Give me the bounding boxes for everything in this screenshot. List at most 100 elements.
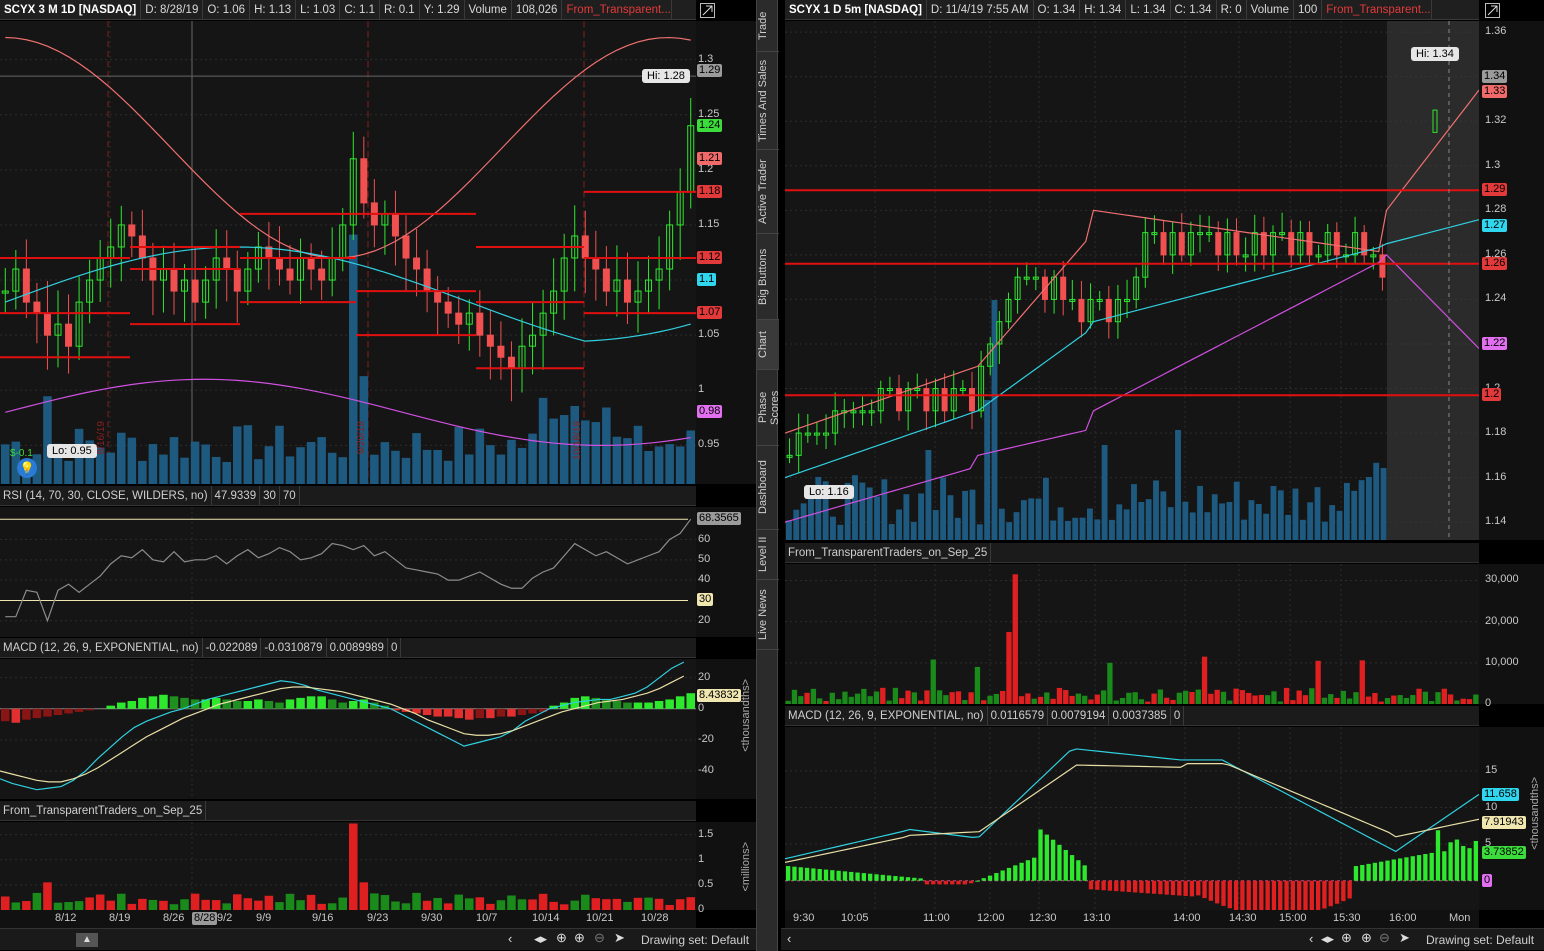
right-macd-v1: 0.0116579: [988, 706, 1049, 725]
right-symbol[interactable]: SCYX 1 D 5m [NASDAQ]: [785, 0, 927, 19]
right-date: D: 11/4/19 7:55 AM: [927, 0, 1034, 19]
macd-histogram-bar: [1461, 845, 1466, 881]
candle-body: [360, 158, 368, 204]
left-price-pane[interactable]: Hi: 1.28 Lo: 0.95 $-0.1 💡 8/16/19 9/20/19 10/1…: [0, 21, 696, 484]
right-zoom-out-icon[interactable]: ⊖: [1379, 930, 1390, 946]
right-scroll-icon[interactable]: ‹: [787, 931, 791, 946]
right-price-pane[interactable]: Hi: 1.34 Lo: 1.16: [785, 21, 1479, 540]
volume-bar: [1109, 519, 1115, 540]
candle-body: [1060, 276, 1067, 300]
volume-study-bar: [117, 893, 126, 910]
macd-histogram-bar: [886, 875, 892, 881]
volume-study-bar: [1031, 698, 1037, 704]
candle-body: [318, 268, 326, 281]
volume-bar: [538, 397, 548, 484]
right-cursor-icon[interactable]: ➤: [1399, 930, 1410, 946]
macd-histogram-bar: [665, 699, 674, 709]
volume-study-bar: [422, 900, 432, 910]
rsi-label[interactable]: RSI (14, 70, 30, CLOSE, WILDERS, no): [0, 486, 212, 505]
left-macd-pane[interactable]: [0, 659, 696, 799]
left-pan-icon[interactable]: ◂▸: [534, 931, 547, 947]
rsi-line: [5, 518, 692, 623]
left-volume-pane[interactable]: [0, 822, 696, 910]
right-scroll-right-icon[interactable]: ‹: [1309, 931, 1313, 946]
volume-study-bar: [32, 892, 42, 910]
right-macd-label[interactable]: MACD (12, 26, 9, EXPONENTIAL, no): [785, 706, 988, 725]
x-axis-label: 9/2: [217, 912, 233, 924]
left-zoom-in-icon[interactable]: ⊕: [574, 930, 585, 946]
volume-study-bar: [892, 687, 899, 704]
left-macd-label[interactable]: MACD (12, 26, 9, EXPONENTIAL, no): [0, 638, 203, 657]
right-volume-pane[interactable]: [785, 564, 1479, 704]
volume-bar: [401, 457, 411, 484]
left-crosshair-icon[interactable]: ⊕: [556, 930, 567, 946]
volume-study-bar: [433, 897, 442, 910]
volume-study-bar: [861, 688, 867, 704]
left-volume-study-label[interactable]: From_TransparentTraders_on_Sep_25: [0, 801, 207, 820]
right-macd-pane[interactable]: [785, 727, 1479, 910]
right-macd-v2: 0.0079194: [1048, 706, 1110, 725]
macd-histogram-bar: [1467, 848, 1472, 881]
volume-study-bar: [1145, 701, 1151, 704]
right-chart-header: SCYX 1 D 5m [NASDAQ] D: 11/4/19 7:55 AM …: [785, 0, 1479, 20]
macd-histogram-bar: [507, 708, 516, 717]
left-scroll-icon[interactable]: ‹: [508, 931, 512, 946]
side-tab-live-news[interactable]: Live News: [757, 580, 779, 650]
left-drawing-set[interactable]: Drawing set: Default: [641, 933, 749, 947]
right-chart-settings-icon[interactable]: [1485, 3, 1500, 18]
volume-study-bar: [1264, 695, 1271, 704]
macd-histogram-bar: [148, 696, 158, 709]
right-zoom-in-icon[interactable]: ⊕: [1361, 930, 1372, 946]
side-tab-level-ii[interactable]: Level II: [757, 530, 779, 580]
left-study-label[interactable]: From_Transparent...: [562, 0, 673, 19]
volume-bar: [1153, 480, 1159, 540]
side-tab-trade[interactable]: Trade: [757, 0, 779, 52]
volume-axis-label: 1: [698, 852, 705, 865]
rsi-axis-label: 50: [698, 552, 711, 565]
x-axis-label: 15:30: [1333, 912, 1361, 924]
volume-bar: [1, 444, 10, 484]
right-pan-icon[interactable]: ◂▸: [1321, 931, 1334, 947]
price-axis-label: 1.15: [698, 217, 720, 230]
volume-study-bar: [602, 899, 611, 910]
right-crosshair-icon[interactable]: ⊕: [1341, 930, 1352, 946]
macd-histogram-bar: [1126, 880, 1131, 892]
macd-histogram-bar: [1290, 880, 1296, 910]
volume-bar: [910, 521, 917, 540]
left-close: C: 1.1: [340, 0, 381, 19]
collapse-icon[interactable]: ▲: [76, 933, 98, 947]
right-drawing-set[interactable]: Drawing set: Default: [1426, 933, 1534, 947]
side-tab-active-trader[interactable]: Active Trader: [757, 150, 779, 234]
macd-histogram-bar: [633, 702, 643, 709]
volume-study-bar: [138, 898, 147, 910]
volume-study-bar: [804, 692, 810, 704]
left-open: O: 1.06: [203, 0, 251, 19]
volume-study-bar: [1315, 660, 1321, 704]
macd-histogram-bar: [987, 875, 993, 881]
left-macd-header: MACD (12, 26, 9, EXPONENTIAL, no) -0.022…: [0, 638, 696, 658]
left-cursor-icon[interactable]: ➤: [614, 930, 625, 946]
left-symbol[interactable]: SCYX 3 M 1D [NASDAQ]: [0, 0, 142, 19]
side-tab-times-and-sales[interactable]: Times And Sales: [757, 52, 779, 150]
macd-histogram-bar: [817, 869, 822, 881]
right-range: R: 0: [1217, 0, 1247, 19]
side-tab-phase-scores[interactable]: Phase Scores: [757, 370, 781, 446]
x-axis-label: 14:30: [1229, 912, 1257, 924]
macd-histogram-bar: [1366, 863, 1371, 881]
candle-body: [455, 312, 463, 325]
macd-histogram-bar: [792, 866, 797, 881]
left-zoom-out-icon[interactable]: ⊖: [594, 930, 605, 946]
right-study-label[interactable]: From_Transparent...: [1322, 0, 1433, 19]
right-volume-study-label[interactable]: From_TransparentTraders_on_Sep_25: [785, 543, 992, 562]
volume-unit-label: <millions>: [740, 842, 752, 892]
side-tab-dashboard[interactable]: Dashboard: [757, 446, 779, 530]
price-tag: 1.29: [697, 63, 723, 77]
left-chart-settings-icon[interactable]: [700, 3, 715, 18]
volume-bar: [443, 460, 453, 484]
left-rsi-pane[interactable]: [0, 507, 696, 637]
volume-bar: [159, 454, 168, 484]
side-tab-big-buttons[interactable]: Big Buttons: [757, 234, 779, 320]
side-tab-chart[interactable]: Chart: [757, 320, 779, 370]
volume-bar: [169, 437, 179, 484]
macd-histogram-bar: [1284, 880, 1289, 910]
